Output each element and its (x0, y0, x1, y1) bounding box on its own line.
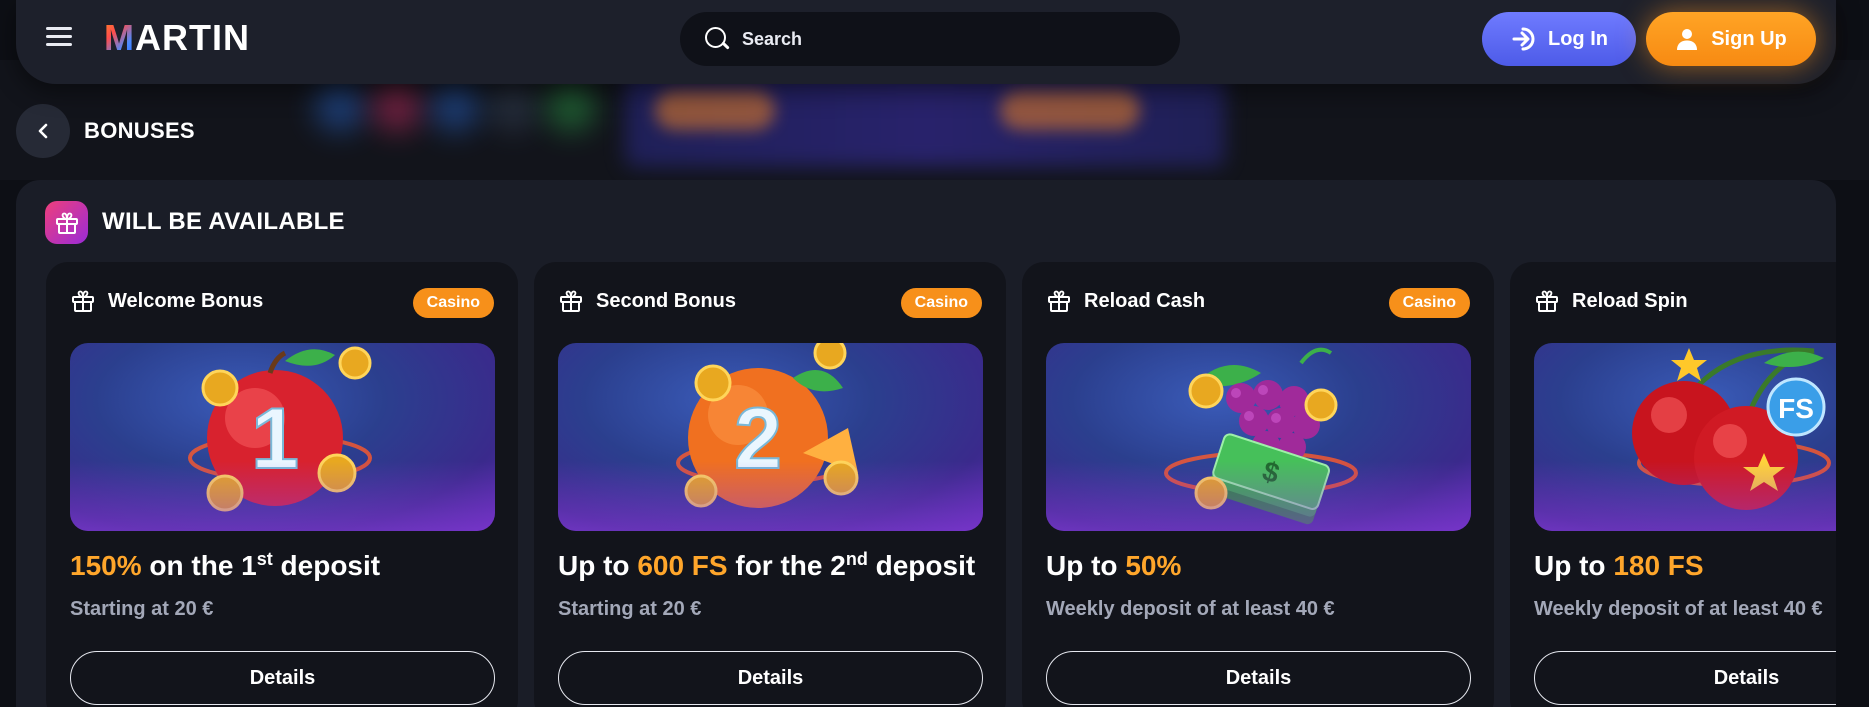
card-subtitle: Starting at 20 € (70, 598, 214, 620)
card-title: Reload Cash (1084, 290, 1206, 312)
casino-badge: Casino (1388, 288, 1470, 318)
chevron-left-icon (38, 123, 48, 139)
svg-text:1: 1 (251, 391, 299, 487)
svg-text:$: $ (1259, 455, 1284, 489)
page: MARTIN Log In Sign Up BONUSES (0, 0, 1869, 707)
login-label: Log In (1548, 27, 1608, 50)
fs-label: FS (1778, 393, 1814, 424)
cherries-artwork: FS (1534, 343, 1836, 531)
casino-badge: Casino (412, 288, 494, 318)
signup-label: Sign Up (1711, 27, 1787, 50)
bonus-card: Second Bonus Casino 2 Up to 600 FS for t (534, 262, 1006, 707)
gift-icon (1048, 290, 1070, 312)
menu-icon[interactable] (46, 27, 72, 47)
card-subtitle: Weekly deposit of at least 40 € (1046, 598, 1335, 620)
signup-button[interactable]: Sign Up (1646, 12, 1816, 66)
search-icon (704, 26, 730, 52)
top-header: MARTIN Log In Sign Up (16, 0, 1836, 84)
logo-text: ARTIN (135, 17, 250, 58)
orange-artwork: 2 (558, 343, 983, 531)
logo[interactable]: MARTIN (104, 18, 250, 58)
casino-badge: Casino (900, 288, 982, 318)
card-offer: Up to 180 FS (1534, 548, 1704, 584)
offer-highlight: 600 FS (637, 550, 728, 581)
login-button[interactable]: Log In (1482, 12, 1636, 66)
bonus-card: Reload Cash Casino $ Up to 50% Weekly de… (1022, 262, 1494, 707)
bonus-card: Welcome Bonus Casino 1 150% on the 1st d (46, 262, 518, 707)
offer-text: for the 2 (727, 550, 846, 581)
offer-prefix: Up to (1534, 550, 1614, 581)
section-title: WILL BE AVAILABLE (102, 208, 345, 235)
login-arrow-icon (1512, 27, 1535, 51)
gift-icon (72, 290, 94, 312)
bonus-cards-row: Welcome Bonus Casino 1 150% on the 1st d (46, 262, 1836, 707)
card-title: Second Bonus (596, 290, 737, 312)
gift-icon (560, 290, 582, 312)
offer-end: deposit (272, 550, 381, 581)
details-button[interactable]: Details (558, 651, 983, 705)
offer-prefix: Up to (558, 550, 638, 581)
offer-ordinal: nd (845, 549, 868, 569)
page-title: BONUSES (84, 118, 195, 143)
offer-highlight: 150% (70, 550, 142, 581)
search-bar[interactable] (680, 12, 1180, 66)
offer-ordinal: st (256, 549, 273, 569)
gift-icon (1536, 290, 1558, 312)
offer-highlight: 180 FS (1613, 550, 1704, 581)
details-button[interactable]: Details (1534, 651, 1836, 705)
card-title: Reload Spin (1572, 290, 1688, 312)
search-input[interactable] (742, 28, 1142, 50)
offer-highlight: 50% (1125, 550, 1182, 581)
offer-prefix: Up to (1046, 550, 1126, 581)
offer-text: on the 1 (141, 550, 257, 581)
user-icon (1677, 29, 1698, 50)
back-button[interactable] (16, 104, 70, 158)
card-offer: 150% on the 1st deposit (70, 548, 380, 584)
details-button[interactable]: Details (70, 651, 495, 705)
offer-end: deposit (867, 550, 976, 581)
bonus-card: Reload Spin FS Up to 180 FS Weekly depos… (1510, 262, 1836, 707)
card-title: Welcome Bonus (108, 290, 264, 312)
card-subtitle: Starting at 20 € (558, 598, 702, 620)
grapes-artwork: $ (1046, 343, 1471, 531)
details-button[interactable]: Details (1046, 651, 1471, 705)
logo-mark: M (104, 17, 135, 58)
card-subtitle: Weekly deposit of at least 40 € (1534, 598, 1823, 620)
svg-text:2: 2 (734, 391, 782, 487)
card-offer: Up to 600 FS for the 2nd deposit (558, 548, 975, 584)
gift-icon (45, 201, 88, 244)
apple-artwork: 1 (70, 343, 495, 531)
card-offer: Up to 50% (1046, 548, 1181, 584)
